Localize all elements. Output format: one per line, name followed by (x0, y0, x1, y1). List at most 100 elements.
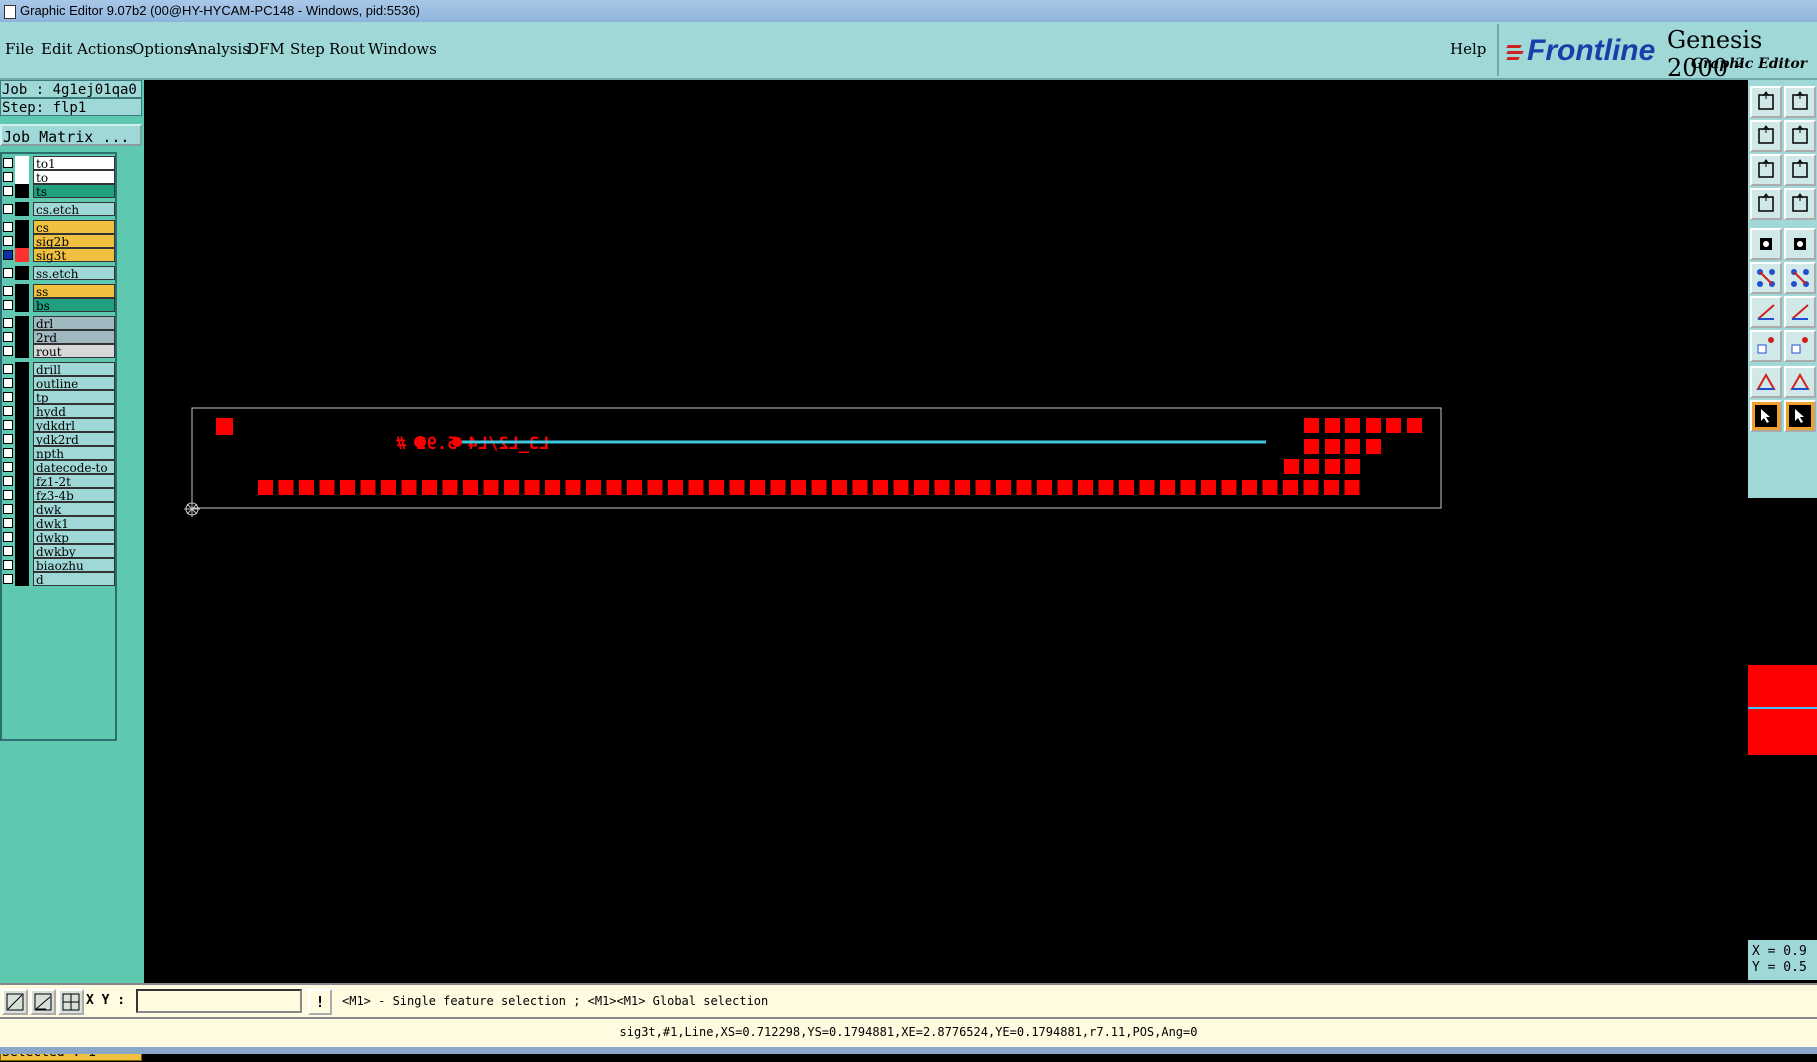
menu-edit[interactable]: Edit (41, 40, 72, 58)
layer-name[interactable]: hydd (33, 404, 115, 419)
layer-display-toggle[interactable] (15, 516, 29, 530)
layer-row-fz1-2t[interactable]: fz1-2t (2, 474, 115, 489)
layer-display-toggle[interactable] (15, 432, 29, 446)
zoom-page-icon[interactable] (1784, 120, 1816, 152)
layer-checkbox[interactable] (3, 332, 13, 342)
menu-step[interactable]: Step (290, 40, 325, 58)
layer-name[interactable]: sig2b (33, 234, 115, 249)
layer-checkbox[interactable] (3, 574, 13, 584)
menu-actions[interactable]: Actions (77, 40, 133, 58)
layer-name[interactable]: npth (33, 446, 115, 461)
layer-checkbox[interactable] (3, 476, 13, 486)
add-feature-icon[interactable] (1750, 228, 1782, 260)
layer-name[interactable]: ss (33, 284, 115, 299)
layer-display-toggle[interactable] (15, 316, 29, 330)
layer-row-2rd[interactable]: 2rd (2, 330, 115, 345)
layer-checkbox[interactable] (3, 420, 13, 430)
layer-display-toggle[interactable] (15, 266, 29, 280)
layer-checkbox[interactable] (3, 504, 13, 514)
layer-checkbox[interactable] (3, 490, 13, 500)
layer-display-toggle[interactable] (15, 376, 29, 390)
layer-row-hydd[interactable]: hydd (2, 404, 115, 419)
layer-row-dwk[interactable]: dwk (2, 502, 115, 517)
extra-a-icon[interactable] (1750, 400, 1782, 432)
layer-display-toggle[interactable] (15, 170, 29, 184)
layer-display-toggle[interactable] (15, 474, 29, 488)
layer-row-cs.etch[interactable]: cs.etch (2, 202, 115, 217)
layer-row-dwk1[interactable]: dwk1 (2, 516, 115, 531)
layer-checkbox[interactable] (3, 434, 13, 444)
layer-name[interactable]: ydkdrl (33, 418, 115, 433)
layer-display-toggle[interactable] (15, 284, 29, 298)
layer-display-toggle[interactable] (15, 156, 29, 170)
layer-checkbox[interactable] (3, 286, 13, 296)
grid-toggle-icon[interactable] (1784, 188, 1816, 220)
layer-name[interactable]: dwkby (33, 544, 115, 559)
measure-button[interactable] (30, 989, 56, 1015)
layer-name[interactable]: 2rd (33, 330, 115, 345)
layer-checkbox[interactable] (3, 186, 13, 196)
triangle-tool-icon[interactable] (1750, 330, 1782, 362)
layer-row-dwkp[interactable]: dwkp (2, 530, 115, 545)
layer-name[interactable]: to (33, 170, 115, 185)
extra-b-icon[interactable] (1784, 400, 1816, 432)
layer-name[interactable]: cs (33, 220, 115, 235)
layer-display-toggle[interactable] (15, 460, 29, 474)
layer-name[interactable]: rout (33, 344, 115, 359)
zoom-fit-icon[interactable] (1750, 154, 1782, 186)
home-icon[interactable] (1750, 86, 1782, 118)
add-line-icon[interactable] (1750, 262, 1782, 294)
layer-name[interactable]: dwk (33, 502, 115, 517)
menu-windows[interactable]: Windows (368, 40, 437, 58)
layer-checkbox[interactable] (3, 346, 13, 356)
layer-name[interactable]: outline (33, 376, 115, 391)
layer-display-toggle[interactable] (15, 572, 29, 586)
layer-display-toggle[interactable] (15, 344, 29, 358)
layer-row-bs[interactable]: bs (2, 298, 115, 313)
layer-checkbox[interactable] (3, 448, 13, 458)
layer-name[interactable]: drill (33, 362, 115, 377)
layer-checkbox[interactable] (3, 546, 13, 556)
graphic-canvas[interactable]: L3_L2/L4 5.91 # (144, 80, 1748, 983)
overview-minimap[interactable] (1748, 665, 1817, 755)
work-layer-icon[interactable] (15, 248, 29, 262)
pad-tool-icon[interactable] (1750, 296, 1782, 328)
menu-analysis[interactable]: Analysis (187, 40, 250, 58)
layer-name[interactable]: fz1-2t (33, 474, 115, 489)
layer-row-d[interactable]: d (2, 572, 115, 587)
layer-checkbox[interactable] (3, 172, 13, 182)
layer-display-toggle[interactable] (15, 220, 29, 234)
layer-display-toggle[interactable] (15, 330, 29, 344)
layer-display-toggle[interactable] (15, 390, 29, 404)
menu-file[interactable]: File (5, 40, 34, 58)
zoom-area-icon[interactable] (1784, 154, 1816, 186)
layer-checkbox[interactable] (3, 378, 13, 388)
layer-row-dwkby[interactable]: dwkby (2, 544, 115, 559)
layer-display-toggle[interactable] (15, 298, 29, 312)
layer-display-toggle[interactable] (15, 362, 29, 376)
layer-row-rout[interactable]: rout (2, 344, 115, 359)
layer-name[interactable]: dwk1 (33, 516, 115, 531)
zoom-back-icon[interactable] (1750, 120, 1782, 152)
layer-row-to[interactable]: to (2, 170, 115, 185)
layer-row-ydk2rd[interactable]: ydk2rd (2, 432, 115, 447)
warning-button[interactable]: ! (308, 989, 332, 1015)
select-area-icon[interactable] (1784, 366, 1816, 398)
layer-row-ss[interactable]: ss (2, 284, 115, 299)
layer-display-toggle[interactable] (15, 418, 29, 432)
xy-input[interactable] (136, 989, 302, 1013)
select-net-icon[interactable] (1784, 228, 1816, 260)
menu-dfm[interactable]: DFM (247, 40, 285, 58)
layer-display-toggle[interactable] (15, 544, 29, 558)
menu-rout[interactable]: Rout (329, 40, 365, 58)
layer-checkbox[interactable] (3, 204, 13, 214)
layer-name[interactable]: cs.etch (33, 202, 115, 217)
layer-checkbox[interactable] (3, 560, 13, 570)
layer-row-cs[interactable]: cs (2, 220, 115, 235)
layer-row-drill[interactable]: drill (2, 362, 115, 377)
layer-display-toggle[interactable] (15, 488, 29, 502)
layer-checkbox[interactable] (3, 462, 13, 472)
measure-icon[interactable] (1750, 188, 1782, 220)
layer-row-ydkdrl[interactable]: ydkdrl (2, 418, 115, 433)
edit-line-icon[interactable] (1784, 296, 1816, 328)
